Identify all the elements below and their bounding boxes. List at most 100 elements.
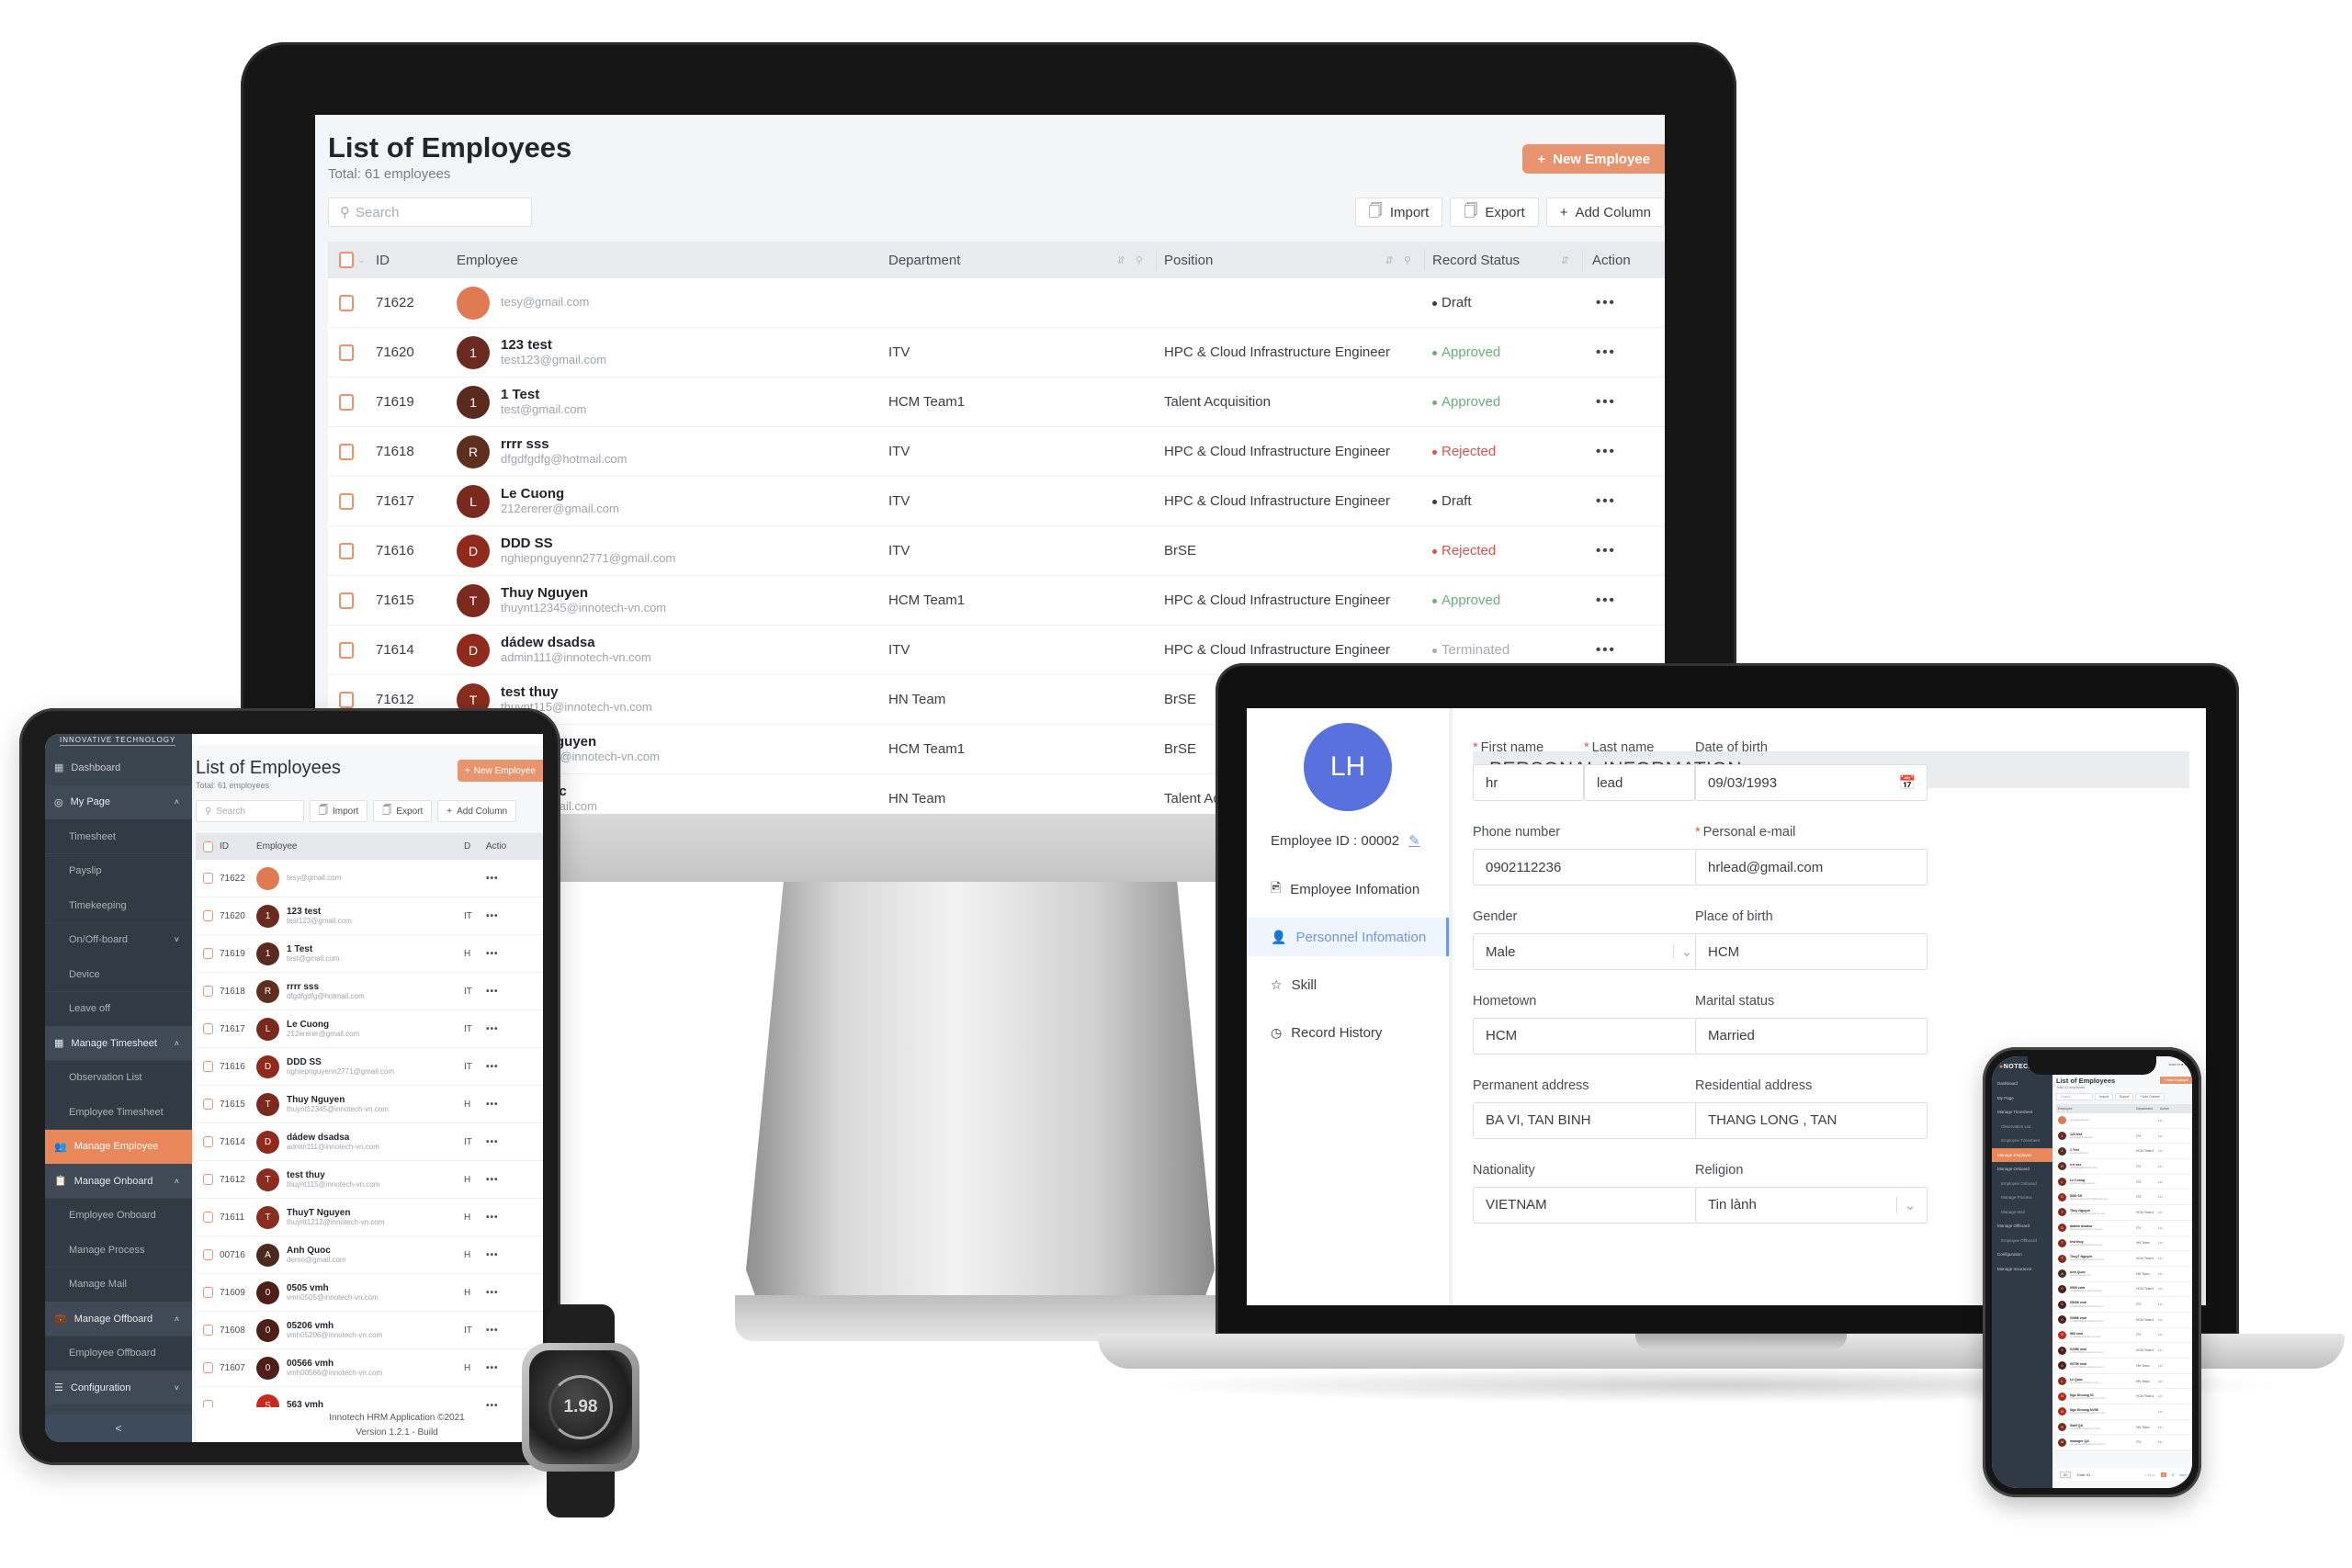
- chevron-up-icon[interactable]: ˄: [175, 797, 179, 807]
- import-button[interactable]: 🗍 Import: [1354, 197, 1443, 227]
- personal-email-field[interactable]: hrlead@gmail.com: [1695, 849, 1928, 886]
- prev-page-button[interactable]: < Prev: [2144, 1472, 2155, 1477]
- add-column-button[interactable]: + Add Column: [1545, 197, 1665, 227]
- table-row[interactable]: S Staff QA qa-staff@innotech-vn.com HN Team…: [2056, 1419, 2192, 1436]
- sort-filter-icon[interactable]: ⇵ ⚲: [1385, 254, 1415, 266]
- table-row[interactable]: 71616 D DDD SS nghiepnguyenn2771@gmail.com I…: [328, 526, 1665, 576]
- sidebar-item[interactable]: Employee Onboard: [45, 1198, 192, 1233]
- add-column-button[interactable]: + Add Column: [437, 800, 517, 822]
- employee-name[interactable]: dádew dsadsa: [501, 635, 651, 650]
- row-actions-button[interactable]: •••: [2158, 1318, 2163, 1322]
- row-actions-button[interactable]: •••: [1583, 394, 1657, 410]
- row-actions-button[interactable]: •••: [2158, 1241, 2163, 1245]
- table-row[interactable]: 71617 L Le Cuong 212ererer@gmail.com IT •••: [196, 1010, 543, 1048]
- table-row[interactable]: 71620 1 123 test test123@gmail.com ITV HPC & …: [328, 328, 1665, 378]
- chevron-down-icon[interactable]: ˅: [175, 935, 179, 944]
- employee-name[interactable]: Le Cuong: [501, 486, 619, 502]
- new-employee-button[interactable]: + New Employee: [457, 760, 543, 782]
- employee-name[interactable]: 00566 vmh: [287, 1359, 382, 1370]
- place-of-birth-field[interactable]: HCM: [1695, 933, 1928, 970]
- add-column-button[interactable]: + Add Column: [2135, 1093, 2165, 1100]
- table-row[interactable]: 71609 0 0505 vmh vmh0505@innotech-vn.com H ••…: [196, 1274, 543, 1312]
- column-header-id[interactable]: ID: [376, 253, 457, 268]
- row-actions-button[interactable]: •••: [1583, 493, 1657, 509]
- profile-nav-item[interactable]: 🖻 Employee Infomation: [1247, 870, 1449, 908]
- row-actions-button[interactable]: •••: [477, 1363, 523, 1373]
- page-2-button[interactable]: 2: [2172, 1472, 2174, 1477]
- row-actions-button[interactable]: •••: [2158, 1394, 2163, 1398]
- row-actions-button[interactable]: •••: [477, 949, 523, 959]
- edit-pencil-icon[interactable]: ✎: [1408, 832, 1420, 849]
- row-checkbox[interactable]: [203, 1174, 213, 1185]
- row-actions-button[interactable]: •••: [477, 1024, 523, 1034]
- sidebar-item[interactable]: Employee Onboard: [1992, 1177, 2052, 1190]
- table-row[interactable]: 71622 tesy@gmail.com Draft •••: [328, 278, 1665, 328]
- row-actions-button[interactable]: •••: [2158, 1226, 2163, 1230]
- row-actions-button[interactable]: •••: [477, 1213, 523, 1223]
- sidebar-item[interactable]: Manage Timesheet: [1992, 1105, 2052, 1119]
- employee-name[interactable]: Le Cuong: [287, 1020, 359, 1031]
- employee-name[interactable]: Thuy Nguyen: [287, 1095, 389, 1106]
- table-row[interactable]: 71615 T Thuy Nguyen thuynt12345@innotech-vn…: [196, 1086, 543, 1123]
- select-all-checkbox[interactable]: [203, 840, 213, 852]
- row-checkbox[interactable]: [203, 910, 213, 921]
- row-actions-button[interactable]: •••: [477, 1325, 523, 1336]
- row-actions-button[interactable]: •••: [2158, 1380, 2163, 1383]
- row-checkbox[interactable]: [203, 1287, 213, 1298]
- row-checkbox[interactable]: [339, 344, 354, 361]
- sidebar-item[interactable]: Observation List: [1992, 1120, 2052, 1134]
- chevron-down-icon[interactable]: ⌄: [357, 255, 365, 265]
- sidebar-item[interactable]: Payslip: [45, 853, 192, 888]
- row-actions-button[interactable]: •••: [1583, 543, 1657, 558]
- first-name-field[interactable]: hr: [1473, 764, 1585, 802]
- row-checkbox[interactable]: [203, 873, 213, 884]
- table-row[interactable]: N Ngo Khuong 01 khuongnv01@innotech-vn.com…: [2056, 1389, 2192, 1405]
- profile-nav-item[interactable]: ☆ Skill: [1247, 965, 1449, 1004]
- employee-name[interactable]: Anh Quoc: [287, 1246, 346, 1257]
- row-checkbox[interactable]: [339, 492, 354, 510]
- row-checkbox[interactable]: [339, 691, 354, 708]
- chevron-down-icon[interactable]: ˅: [175, 1383, 179, 1393]
- row-actions-button[interactable]: •••: [2158, 1272, 2163, 1276]
- table-row[interactable]: A Anh Quoc demo@gmail.com HN Team •••: [2056, 1266, 2192, 1282]
- gender-field[interactable]: Male ⌄: [1473, 933, 1705, 970]
- sidebar-item[interactable]: Dashboard: [1992, 1077, 2052, 1090]
- sidebar-item[interactable]: Manage Process: [1992, 1190, 2052, 1204]
- column-header-position[interactable]: Position ⇵ ⚲: [1157, 249, 1425, 271]
- sidebar-item[interactable]: Timesheet: [45, 819, 192, 853]
- row-checkbox[interactable]: [203, 1362, 213, 1373]
- residential-address-field[interactable]: THANG LONG , TAN: [1695, 1101, 1928, 1139]
- row-actions-button[interactable]: •••: [477, 987, 523, 997]
- sidebar-item[interactable]: ☰ Configuration ˅: [45, 1371, 192, 1404]
- sidebar-item[interactable]: Configuration: [1992, 1247, 2052, 1261]
- employee-name[interactable]: 1 Test: [501, 387, 586, 402]
- row-actions-button[interactable]: •••: [1583, 344, 1657, 360]
- row-actions-button[interactable]: •••: [1583, 642, 1657, 658]
- sidebar-item[interactable]: Observation List: [45, 1060, 192, 1095]
- profile-nav-item[interactable]: ◷ Record History: [1247, 1013, 1449, 1052]
- nationality-field[interactable]: VIETNAM: [1473, 1186, 1705, 1224]
- table-row[interactable]: T Thuy Nguyen thuynt12345@innotech-vn.com H…: [2056, 1205, 2192, 1221]
- table-row[interactable]: 71618 Rrrrr sss dfgdfgdfg@hotmail.com ITV HP…: [328, 427, 1665, 477]
- row-actions-button[interactable]: •••: [2158, 1211, 2163, 1214]
- table-row[interactable]: 00716 A Anh Quoc demo@gmail.com H •••: [196, 1236, 543, 1274]
- sidebar-item[interactable]: On/Off-board ˅: [45, 922, 192, 957]
- sidebar-item[interactable]: Employee Timesheet: [1992, 1134, 2052, 1147]
- row-actions-button[interactable]: •••: [2158, 1257, 2163, 1260]
- next-page-button[interactable]: Next >: [2179, 1472, 2190, 1477]
- phone-field[interactable]: 0902112236: [1473, 849, 1705, 886]
- row-checkbox[interactable]: [203, 1249, 213, 1260]
- employee-name[interactable]: 1 Test: [287, 944, 339, 955]
- table-row[interactable]: Rrrrr sss dfgdfgdfg@hotmail.com ITV •••: [2056, 1159, 2192, 1175]
- sidebar-item[interactable]: 💼 Manage Offboard ˄: [45, 1302, 192, 1336]
- permanent-address-field[interactable]: BA VI, TAN BINH: [1473, 1101, 1705, 1139]
- table-row[interactable]: 71619 1 1 Test test@gmail.com H •••: [196, 935, 543, 973]
- column-header-department[interactable]: Department ⇵ ⚲: [888, 249, 1157, 271]
- select-all-checkbox[interactable]: [339, 252, 354, 268]
- sidebar-item[interactable]: 👥 Manage Employee: [45, 1129, 192, 1164]
- import-button[interactable]: Import: [2095, 1093, 2113, 1100]
- column-header-employee[interactable]: Employee: [256, 841, 464, 852]
- table-row[interactable]: 0 05206 vmh vmh05206@innotech-vn.com ITV •••: [2056, 1297, 2192, 1313]
- sidebar-item[interactable]: ▦ Dashboard: [45, 750, 192, 784]
- row-actions-button[interactable]: •••: [2158, 1119, 2163, 1122]
